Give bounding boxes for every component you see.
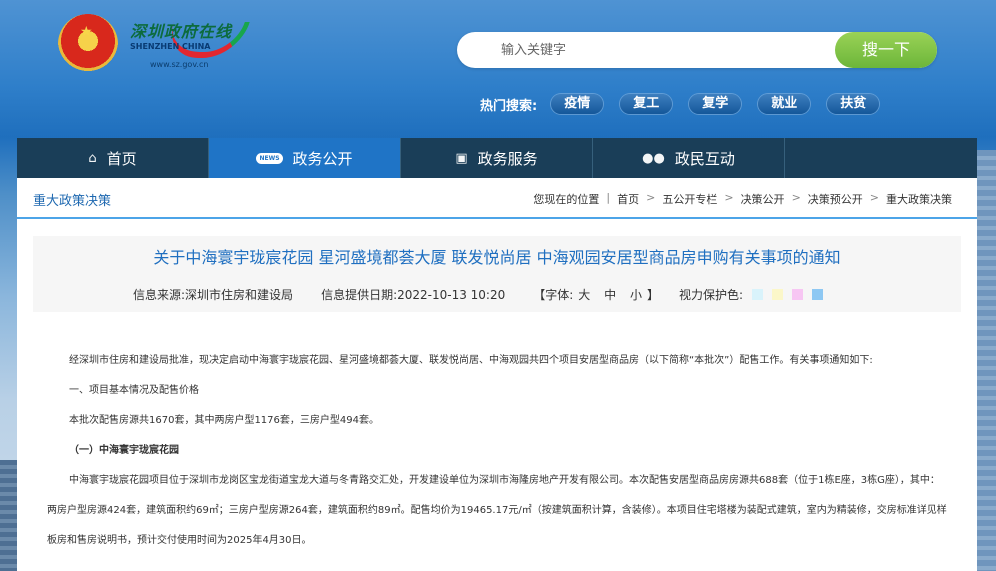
- nav-home-label: 首页: [106, 149, 137, 168]
- logo-cn: 深圳政府在线: [130, 22, 233, 41]
- breadcrumb-item-decision-public[interactable]: 决策公开: [741, 191, 785, 207]
- main-nav: ⌂ 首页 NEWS 政务公开 ▣ 政务服务 ●● 政民互动: [17, 138, 977, 178]
- breadcrumb-item-decision-prepublic[interactable]: 决策预公开: [808, 191, 863, 207]
- date-value: 2022-10-13 10:20: [397, 287, 506, 302]
- hot-tag-fupin[interactable]: 扶贫: [827, 94, 880, 114]
- people-icon: ●●: [642, 150, 665, 166]
- section-title[interactable]: 重大政策决策: [33, 190, 111, 209]
- source-label: 信息来源:: [133, 288, 186, 302]
- breadcrumb-separator: >: [646, 191, 656, 204]
- font-size-options: 大 中 小: [573, 286, 647, 303]
- breadcrumb-item-five-public[interactable]: 五公开专栏: [662, 191, 717, 207]
- breadcrumb-item-home[interactable]: 首页: [617, 191, 639, 207]
- nav-government-services-label: 政务服务: [477, 149, 538, 168]
- font-size-medium[interactable]: 中: [604, 288, 616, 302]
- nav-government-services[interactable]: ▣ 政务服务: [401, 138, 593, 178]
- nav-home[interactable]: ⌂ 首页: [17, 138, 209, 178]
- search-box: 搜一下: [457, 32, 937, 68]
- breadcrumb-divider: |: [606, 191, 611, 204]
- article-meta: 信息来源: 深圳市住房和建设局 信息提供日期: 2022-10-13 10:20…: [133, 286, 824, 303]
- hot-tag-fugong[interactable]: 复工: [620, 94, 673, 114]
- logo-en: SHENZHEN CHINA: [130, 42, 211, 51]
- breadcrumb-item-major-policy[interactable]: 重大政策决策: [886, 191, 952, 207]
- paragraph: 本批次配售房源共1670套，其中两房户型1176套，三房户型494套。: [69, 415, 379, 426]
- home-icon: ⌂: [88, 150, 97, 166]
- background-building-left: [0, 460, 18, 571]
- site-logo[interactable]: 深圳政府在线 SHENZHEN CHINA www.sz.gov.cn: [128, 16, 250, 74]
- vision-protect-label: 视力保护色:: [679, 288, 744, 302]
- vision-color-yellow[interactable]: [772, 289, 784, 300]
- article-title: 关于中海寰宇珑宸花园 星河盛境都荟大厦 联发悦尚居 中海观园安居型商品房申购有关…: [153, 248, 841, 267]
- breadcrumb-separator: >: [791, 191, 801, 204]
- hot-search-label: 热门搜索:: [480, 98, 538, 114]
- font-size-label: 【字体:: [533, 288, 574, 302]
- hot-tag-fuxue[interactable]: 复学: [689, 94, 742, 114]
- nav-empty: [785, 138, 977, 178]
- nav-government-affairs-label: 政务公开: [292, 149, 353, 168]
- font-size-close: 】: [647, 288, 660, 302]
- nav-interaction[interactable]: ●● 政民互动: [593, 138, 785, 178]
- date-label: 信息提供日期:: [321, 288, 398, 302]
- breadcrumb-bar: 重大政策决策 您现在的位置 | 首页 > 五公开专栏 > 决策公开 > 决策预公…: [17, 178, 977, 219]
- content-panel: 重大政策决策 您现在的位置 | 首页 > 五公开专栏 > 决策公开 > 决策预公…: [17, 178, 977, 571]
- search-button[interactable]: 搜一下: [835, 32, 937, 68]
- national-emblem-icon: ★: [58, 14, 118, 74]
- paragraph: 中海寰宇珑宸花园项目位于深圳市龙岗区宝龙街道宝龙大道与冬青路交汇处，开发建设单位…: [47, 475, 947, 546]
- logo-url: www.sz.gov.cn: [150, 60, 209, 69]
- hot-search: 热门搜索: 疫情 复工 复学 就业 扶贫: [480, 94, 896, 114]
- source-value: 深圳市住房和建设局: [185, 288, 294, 302]
- breadcrumb-separator: >: [869, 191, 879, 204]
- article-body: 经深圳市住房和建设局批准，现决定启动中海寰宇珑宸花园、星河盛境都荟大厦、联发悦尚…: [47, 346, 947, 556]
- hot-tag-jiuye[interactable]: 就业: [758, 94, 811, 114]
- breadcrumb: 您现在的位置 | 首页 > 五公开专栏 > 决策公开 > 决策预公开 > 重大政…: [533, 191, 952, 207]
- breadcrumb-separator: >: [724, 191, 734, 204]
- nav-interaction-label: 政民互动: [674, 149, 735, 168]
- article-header: 关于中海寰宇珑宸花园 星河盛境都荟大厦 联发悦尚居 中海观园安居型商品房申购有关…: [33, 236, 961, 312]
- monitor-icon: ▣: [455, 150, 468, 166]
- hot-tag-yiqing[interactable]: 疫情: [551, 94, 604, 114]
- news-icon: NEWS: [256, 152, 283, 164]
- vision-color-blue[interactable]: [812, 289, 824, 300]
- search-input[interactable]: [501, 40, 831, 60]
- font-size-small[interactable]: 小: [630, 288, 642, 302]
- nav-government-affairs[interactable]: NEWS 政务公开: [209, 138, 401, 178]
- subsection-heading-text: （一）中海寰宇珑宸花园: [69, 445, 179, 456]
- vision-color-cyan[interactable]: [752, 289, 764, 300]
- paragraph: 经深圳市住房和建设局批准，现决定启动中海寰宇珑宸花园、星河盛境都荟大厦、联发悦尚…: [69, 355, 873, 366]
- breadcrumb-location-label: 您现在的位置: [533, 193, 600, 206]
- vision-color-pink[interactable]: [792, 289, 804, 300]
- font-size-large[interactable]: 大: [578, 288, 590, 302]
- section-heading: 一、项目基本情况及配售价格: [69, 385, 199, 396]
- subsection-heading: （一）中海寰宇珑宸花园: [47, 436, 947, 466]
